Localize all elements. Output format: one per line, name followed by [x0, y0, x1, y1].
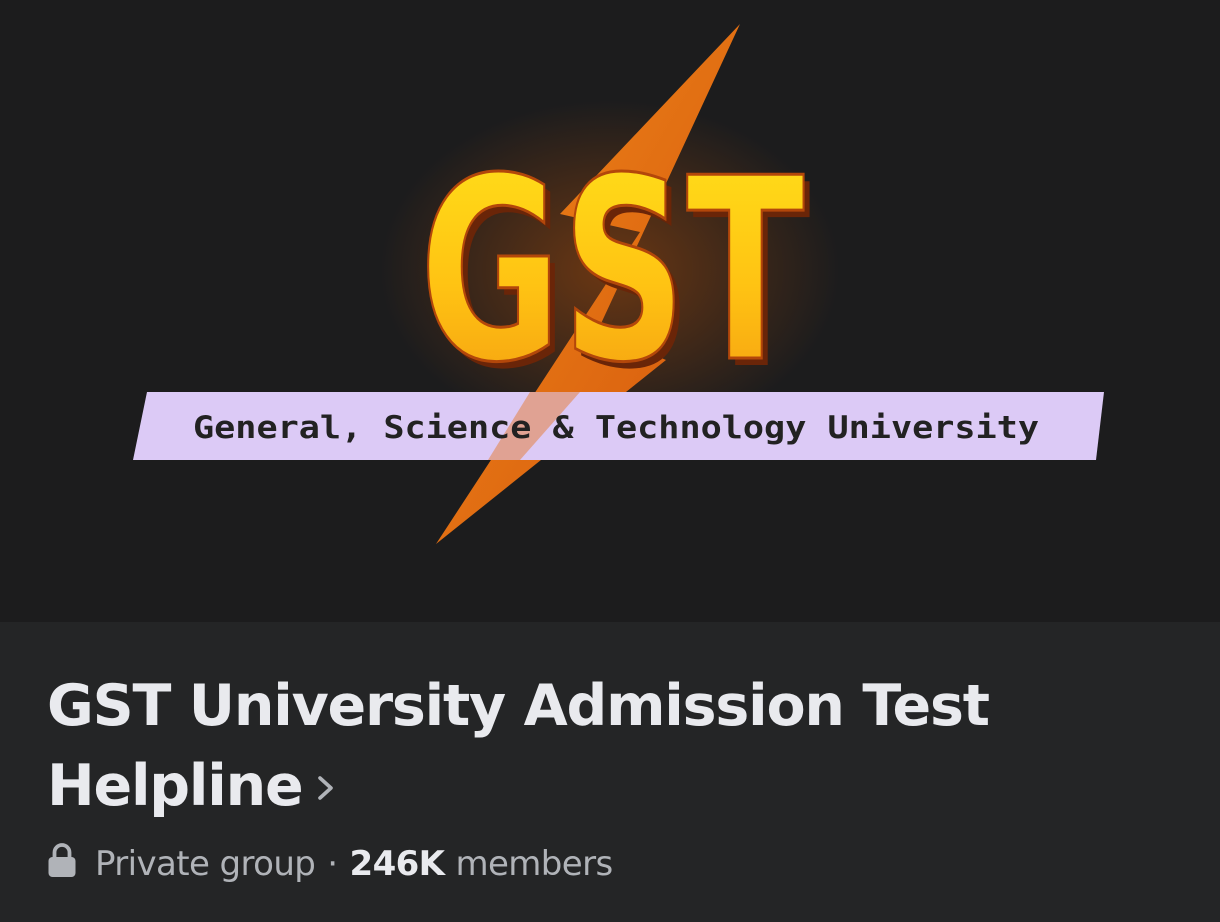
group-title-link[interactable]: GST University Admission Test Helpline	[47, 666, 1147, 826]
lock-icon	[47, 842, 77, 887]
group-title: GST University Admission Test Helpline	[47, 673, 990, 819]
meta-separator: ·	[327, 844, 338, 884]
group-cover-photo[interactable]: GST GST General, Science & Technology Un…	[0, 0, 1220, 622]
group-meta: Private group · 246K members	[47, 840, 613, 888]
privacy-label: Private group	[95, 844, 316, 884]
gst-logo-letters: GST	[420, 125, 805, 418]
chevron-right-icon[interactable]	[314, 746, 338, 826]
member-count[interactable]: 246K	[350, 844, 446, 884]
members-label[interactable]: members	[455, 844, 613, 884]
logo-banner-text: General, Science & Technology University	[193, 410, 1039, 446]
gst-logo-image: GST GST General, Science & Technology Un…	[133, 24, 1104, 544]
group-info-panel: GST University Admission Test Helpline P…	[0, 622, 1220, 922]
